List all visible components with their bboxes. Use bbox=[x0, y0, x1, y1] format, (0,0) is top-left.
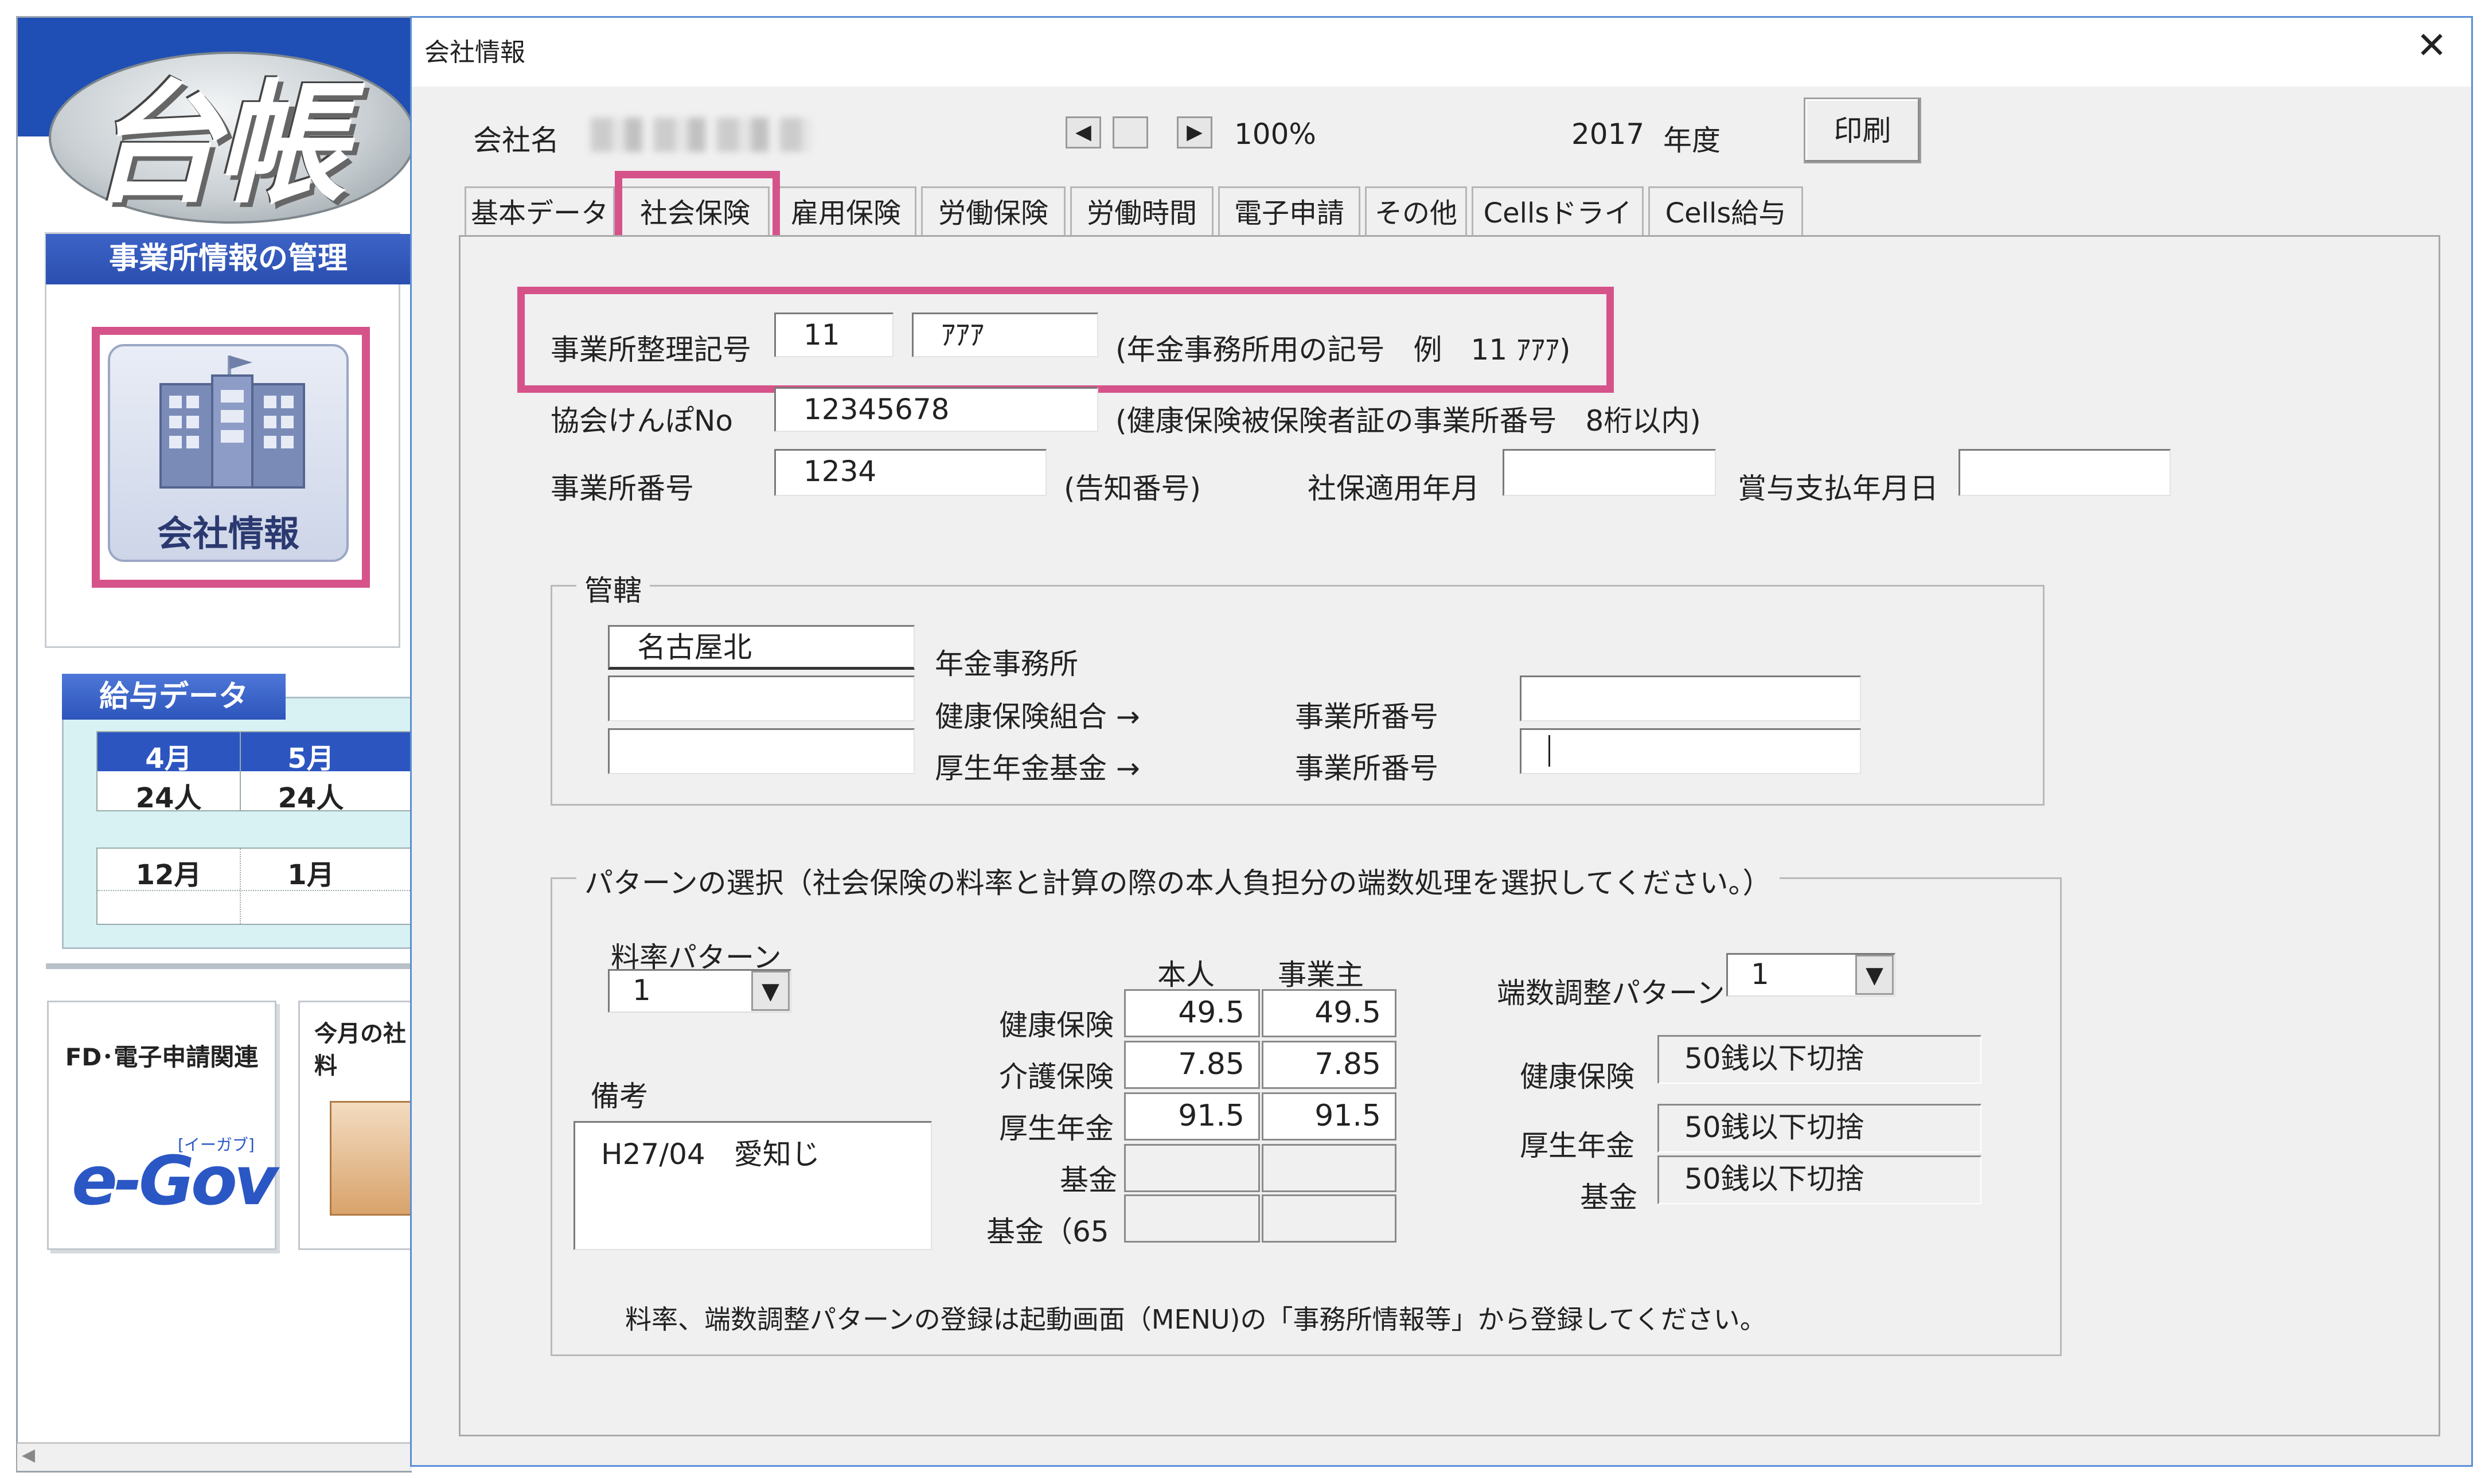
health-union-office-no-field[interactable] bbox=[1520, 675, 1861, 721]
egov-logo-sub: [イーガブ] bbox=[178, 1135, 255, 1154]
rate-self-cell[interactable] bbox=[1124, 1144, 1260, 1192]
col-header-employer: 事業主 bbox=[1278, 958, 1364, 991]
rate-self-cell[interactable]: 91.5 bbox=[1124, 1092, 1260, 1141]
print-button[interactable]: 印刷 bbox=[1804, 97, 1921, 163]
rounding-row-label: 厚生年金 bbox=[1520, 1129, 1634, 1162]
rate-row-label: 健康保険 bbox=[999, 1009, 1114, 1042]
close-icon[interactable]: ✕ bbox=[2409, 23, 2455, 69]
rate-employer-cell[interactable]: 49.5 bbox=[1262, 989, 1396, 1037]
welfare-fund-office-no-field[interactable] bbox=[1520, 728, 1861, 774]
rate-self-cell[interactable]: 7.85 bbox=[1124, 1041, 1260, 1089]
year-value: 2017 bbox=[1571, 118, 1645, 151]
chevron-down-icon[interactable]: ▼ bbox=[1855, 955, 1894, 995]
col-header-self: 本人 bbox=[1157, 958, 1215, 991]
building-icon bbox=[159, 356, 305, 489]
month-count-apr: 24人 bbox=[135, 782, 202, 814]
bonus-date-field[interactable] bbox=[1959, 449, 2171, 496]
rate-self-cell[interactable] bbox=[1124, 1194, 1260, 1243]
tab-other[interactable]: その他 bbox=[1365, 186, 1467, 237]
shaho-date-label: 社保適用年月 bbox=[1308, 472, 1480, 505]
month-cell-apr[interactable]: 4月 bbox=[97, 736, 240, 776]
dialog-title: 会社情報 bbox=[424, 38, 525, 67]
app-logo-text: 台帳 bbox=[89, 67, 347, 221]
tab-employment-insurance[interactable]: 雇用保険 bbox=[775, 186, 916, 237]
month-cell-may[interactable]: 5月 bbox=[240, 736, 382, 776]
kyokai-kenpo-label: 協会けんぽNo bbox=[551, 404, 733, 438]
scroll-right-icon[interactable]: ▶ bbox=[1177, 116, 1212, 149]
document-icon bbox=[330, 1101, 413, 1216]
shaho-date-field[interactable] bbox=[1503, 449, 1716, 496]
tab-basic-data[interactable]: 基本データ bbox=[465, 186, 615, 237]
grid-divider bbox=[240, 732, 241, 810]
rounding-row-label: 健康保険 bbox=[1520, 1060, 1634, 1094]
scroll-thumb[interactable] bbox=[1113, 116, 1148, 149]
rate-employer-cell[interactable]: 7.85 bbox=[1262, 1041, 1396, 1089]
rate-row-label: 介護保険 bbox=[999, 1060, 1114, 1094]
zoom-level: 100% bbox=[1234, 118, 1316, 151]
rounding-value: 50銭以下切捨 bbox=[1657, 1035, 1981, 1084]
company-name-label: 会社名 bbox=[473, 124, 559, 157]
rate-employer-cell[interactable]: 91.5 bbox=[1262, 1092, 1396, 1141]
pattern-group-label: パターンの選択（社会保険の料率と計算の際の本人負担分の端数処理を選択してください… bbox=[576, 860, 1780, 901]
horizontal-scrollbar[interactable] bbox=[17, 1442, 412, 1471]
rate-self-cell[interactable]: 49.5 bbox=[1124, 989, 1260, 1037]
remarks-field[interactable]: H27/04 愛知じ bbox=[574, 1121, 932, 1250]
welfare-fund-field[interactable] bbox=[608, 728, 915, 774]
rate-row-label: 厚生年金 bbox=[999, 1112, 1114, 1145]
kyokai-kenpo-note: (健康保険被保険者証の事業所番号 8桁以内) bbox=[1115, 404, 1701, 438]
year-label: 年度 bbox=[1663, 124, 1721, 157]
chevron-down-icon[interactable]: ▼ bbox=[751, 971, 790, 1011]
company-info-button-label: 会社情報 bbox=[157, 513, 299, 554]
section-divider bbox=[46, 963, 413, 969]
health-union-field[interactable] bbox=[608, 675, 915, 721]
rate-row-label: 基金 bbox=[1060, 1163, 1117, 1197]
month-count-may: 24人 bbox=[278, 782, 344, 814]
kyokai-kenpo-field[interactable]: 12345678 bbox=[774, 387, 1098, 432]
rounding-value: 50銭以下切捨 bbox=[1657, 1155, 1981, 1204]
office-code-label: 事業所整理記号 bbox=[551, 333, 751, 366]
active-tab-highlight bbox=[615, 171, 780, 245]
pension-office-field[interactable]: 名古屋北 bbox=[608, 625, 915, 670]
tab-labor-insurance[interactable]: 労働保険 bbox=[921, 186, 1066, 237]
welfare-fund-office-no-label: 事業所番号 bbox=[1295, 752, 1438, 785]
fd-card-title: FD･電子申請関連 bbox=[65, 1043, 259, 1071]
rate-row-label: 基金（65 bbox=[986, 1215, 1109, 1248]
tab-working-hours[interactable]: 労働時間 bbox=[1070, 186, 1214, 237]
jurisdiction-group-label: 管轄 bbox=[576, 568, 650, 609]
pension-office-label: 年金事務所 bbox=[935, 647, 1078, 681]
health-union-label: 健康保険組合 → bbox=[935, 700, 1140, 733]
scroll-left-icon[interactable]: ◀ bbox=[22, 1445, 35, 1465]
rounding-value: 50銭以下切捨 bbox=[1657, 1104, 1981, 1153]
office-code-field-1[interactable]: 11 bbox=[774, 313, 894, 357]
rounding-row-label: 基金 bbox=[1580, 1181, 1637, 1214]
office-code-field-2[interactable]: ｱｱｱ bbox=[912, 313, 1098, 357]
office-number-label: 事業所番号 bbox=[551, 472, 694, 505]
company-name-value-blurred bbox=[591, 118, 812, 152]
dialog-titlebar bbox=[412, 18, 2471, 87]
scroll-left-icon[interactable]: ◀ bbox=[1066, 116, 1101, 149]
monthly-card-title: 今月の社 料 bbox=[314, 1021, 406, 1079]
welfare-fund-label: 厚生年金基金 → bbox=[935, 752, 1140, 785]
rounding-pattern-label: 端数調整パターン bbox=[1497, 977, 1725, 1010]
remarks-label: 備考 bbox=[591, 1080, 648, 1113]
tab-e-application[interactable]: 電子申請 bbox=[1218, 186, 1360, 237]
pattern-footer-note: 料率、端数調整パターンの登録は起動画面（MENU)の「事務所情報等」から登録して… bbox=[625, 1304, 1766, 1335]
tab-cells-drive[interactable]: Cellsドライブ bbox=[1472, 186, 1644, 280]
month-cell-dec[interactable]: 12月 bbox=[97, 852, 240, 892]
rate-employer-cell[interactable] bbox=[1262, 1194, 1396, 1243]
office-management-title: 事業所情報の管理 bbox=[46, 234, 411, 284]
rate-employer-cell[interactable] bbox=[1262, 1144, 1396, 1192]
office-code-note: (年金事務所用の記号 例 11 ｱｱｱ) bbox=[1115, 333, 1571, 366]
tab-cells-salary[interactable]: Cells給与 bbox=[1648, 186, 1803, 237]
salary-data-title: 給与データ bbox=[62, 674, 286, 720]
office-number-field[interactable]: 1234 bbox=[774, 449, 1047, 496]
office-number-note: (告知番号) bbox=[1064, 472, 1201, 505]
grid-divider bbox=[240, 849, 241, 924]
bonus-date-label: 賞与支払年月日 bbox=[1738, 472, 1938, 505]
grid-divider bbox=[97, 890, 412, 891]
text-cursor bbox=[1548, 735, 1550, 767]
health-union-office-no-label: 事業所番号 bbox=[1295, 700, 1438, 733]
month-cell-jan[interactable]: 1月 bbox=[240, 852, 382, 892]
